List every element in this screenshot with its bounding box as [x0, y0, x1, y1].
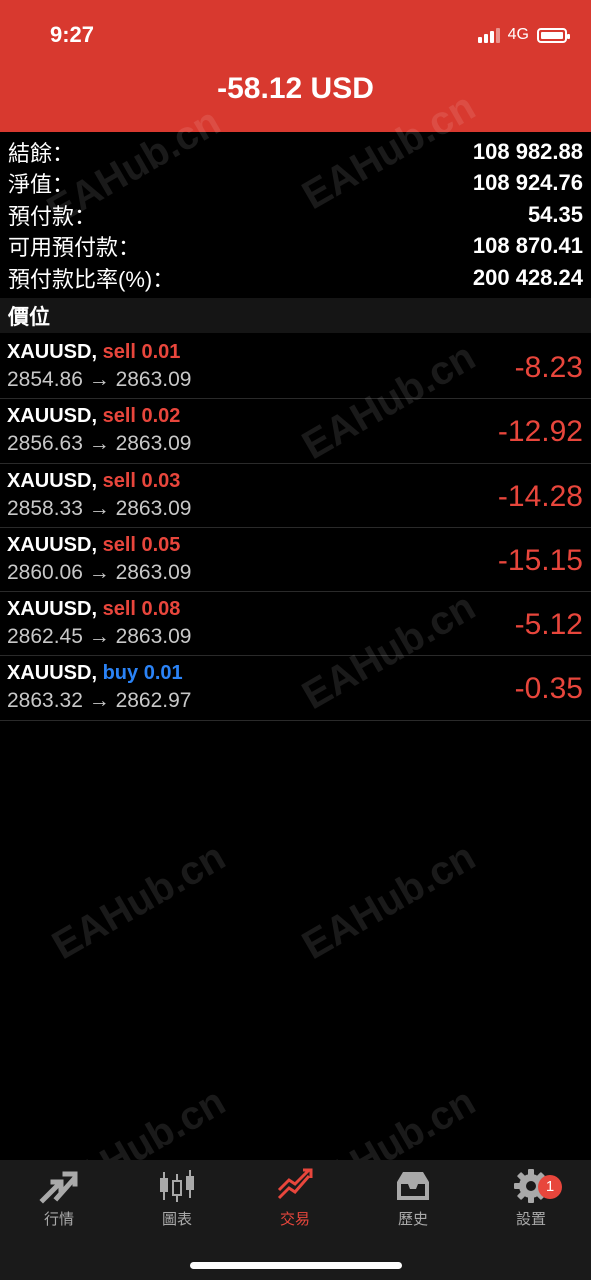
position-prices: 2858.33 → 2863.09 [7, 496, 192, 520]
position-symbol: XAUUSD, [7, 341, 98, 363]
position-profit: -15.15 [497, 543, 583, 577]
position-title: XAUUSD, sell 0.03 [7, 470, 180, 493]
position-side: buy 0.01 [102, 662, 183, 685]
summary-row-equity: 淨值： 108 924.76 [0, 168, 591, 200]
tab-settings[interactable]: 1 設置 [472, 1168, 590, 1238]
position-profit: -0.35 [514, 672, 583, 706]
home-indicator[interactable] [190, 1262, 402, 1269]
positions-section-title: 價位 [8, 305, 50, 329]
position-profit: -8.23 [514, 351, 583, 384]
quotes-arrows-icon [39, 1171, 78, 1204]
summary-row-margin: 預付款： 54.35 [0, 199, 591, 231]
tab-charts[interactable]: 圖表 [118, 1168, 236, 1238]
tab-charts-label: 圖表 [161, 1211, 192, 1228]
equity-label: 淨值： [8, 172, 75, 198]
position-symbol: XAUUSD, [7, 469, 98, 492]
position-row[interactable]: XAUUSD, sell 0.01 2854.86 → 2863.09 -8.2… [0, 335, 591, 400]
watermark-text: EAHub.cn [295, 834, 483, 969]
trade-chart-icon [277, 1168, 313, 1200]
position-title: XAUUSD, sell 0.01 [7, 341, 180, 364]
position-symbol: XAUUSD, [7, 662, 98, 685]
status-time: 9:27 [50, 22, 95, 47]
battery-icon [537, 27, 570, 43]
position-symbol: XAUUSD, [7, 598, 98, 621]
position-side: sell 0.08 [102, 598, 181, 621]
equity-value: 108 924.76 [472, 170, 583, 196]
position-symbol: XAUUSD, [7, 533, 98, 556]
status-indicators: 4G [477, 24, 570, 46]
position-profit: -5.12 [514, 608, 583, 642]
header-bar: 9:27 4G -58.12 USD [0, 0, 591, 132]
watermark: EAHub.cn [45, 834, 233, 969]
position-side: sell 0.05 [102, 533, 181, 556]
positions-section-header: 價位 [0, 298, 591, 333]
balance-value: 108 982.88 [472, 138, 583, 164]
position-prices: 2863.32 → 2862.97 [7, 689, 192, 713]
summary-row-free-margin: 可用預付款： 108 870.41 [0, 231, 591, 263]
tab-trade[interactable]: 交易 [236, 1168, 354, 1238]
position-row[interactable]: XAUUSD, buy 0.01 2863.32 → 2862.97 -0.35 [0, 656, 591, 721]
tab-history-label: 歷史 [397, 1211, 428, 1228]
tab-quotes-label: 行情 [43, 1211, 74, 1228]
summary-row-margin-level: 預付款比率(%)： 200 428.24 [0, 262, 591, 294]
signal-icon [477, 27, 500, 43]
tab-settings-label: 設置 [515, 1211, 546, 1228]
position-row[interactable]: XAUUSD, sell 0.02 2856.63 → 2863.09 -12.… [0, 399, 591, 464]
watermark: EAHub.cn [295, 834, 483, 969]
position-prices: 2856.63 → 2863.09 [7, 432, 192, 456]
position-prices: 2862.45 → 2863.09 [7, 625, 192, 649]
margin-level-label: 預付款比率(%)： [8, 266, 175, 292]
history-tray-icon [397, 1172, 429, 1200]
margin-level-value: 200 428.24 [472, 264, 583, 290]
watermark-text: EAHub.cn [45, 834, 233, 969]
bottom-tab-bar: 行情 圖表 交易 歷史 1 設置 [0, 1160, 591, 1280]
free-margin-value: 108 870.41 [472, 233, 583, 259]
position-side: sell 0.02 [102, 405, 181, 428]
tab-trade-label: 交易 [279, 1211, 310, 1228]
positions-list: XAUUSD, sell 0.01 2854.86 → 2863.09 -8.2… [0, 335, 591, 721]
position-profit: -14.28 [497, 479, 583, 513]
position-title: XAUUSD, sell 0.08 [7, 598, 180, 621]
position-title: XAUUSD, sell 0.05 [7, 534, 180, 557]
notification-badge: 1 [538, 1175, 562, 1199]
summary-row-balance: 結餘： 108 982.88 [0, 136, 591, 168]
floating-profit-title: -58.12 USD [217, 72, 374, 105]
tab-quotes[interactable]: 行情 [0, 1168, 118, 1238]
margin-value: 54.35 [527, 201, 583, 227]
position-side: sell 0.03 [102, 469, 181, 492]
balance-label: 結餘： [8, 140, 75, 166]
position-prices: 2860.06 → 2863.09 [7, 560, 192, 584]
position-row[interactable]: XAUUSD, sell 0.05 2860.06 → 2863.09 -15.… [0, 528, 591, 593]
tab-history[interactable]: 歷史 [354, 1168, 472, 1238]
position-row[interactable]: XAUUSD, sell 0.03 2858.33 → 2863.09 -14.… [0, 464, 591, 528]
position-title: XAUUSD, buy 0.01 [7, 662, 183, 685]
position-symbol: XAUUSD, [7, 405, 98, 428]
candlestick-icon [160, 1170, 194, 1202]
free-margin-label: 可用預付款： [8, 235, 141, 261]
position-profit: -12.92 [497, 415, 583, 449]
position-title: XAUUSD, sell 0.02 [7, 405, 180, 428]
position-row[interactable]: XAUUSD, sell 0.08 2862.45 → 2863.09 -5.1… [0, 592, 591, 657]
position-prices: 2854.86 → 2863.09 [7, 368, 192, 391]
account-summary: 結餘： 108 982.88 淨值： 108 924.76 預付款： 54.35… [0, 136, 591, 294]
margin-label: 預付款： [8, 203, 97, 229]
position-side: sell 0.01 [102, 341, 181, 363]
network-type: 4G [507, 26, 529, 43]
